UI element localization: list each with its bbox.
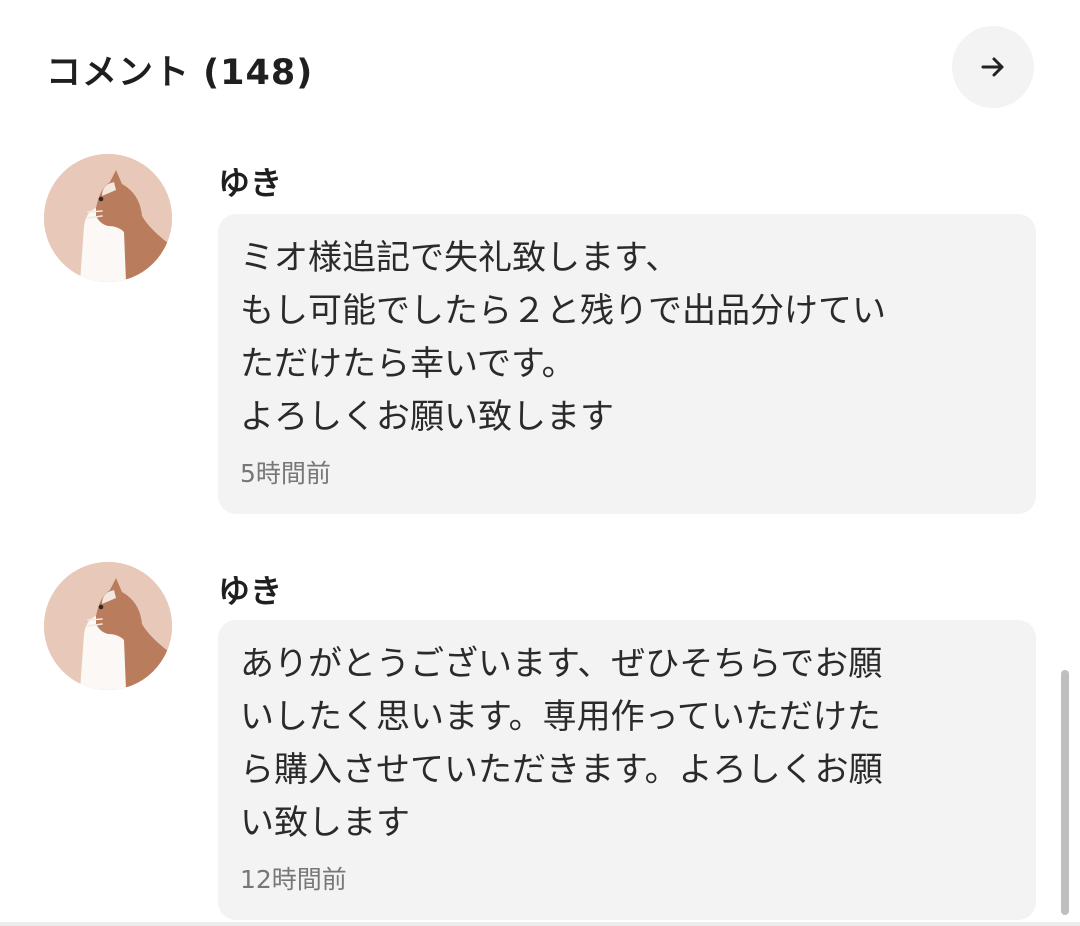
view-all-comments-button[interactable] <box>952 26 1034 108</box>
avatar[interactable] <box>44 562 172 690</box>
vertical-scrollbar[interactable] <box>1061 670 1069 915</box>
cat-avatar-icon <box>44 562 172 690</box>
avatar[interactable] <box>44 154 172 282</box>
comment-bubble: ありがとうございます、ぜひそちらでお願 いしたく思います。専用作っていただけた … <box>218 620 1036 920</box>
comments-title: コメント (148) <box>46 53 314 93</box>
comment-message: ありがとうございます、ぜひそちらでお願 いしたく思います。専用作っていただけた … <box>240 644 883 843</box>
comment-timestamp: 5時間前 <box>240 459 331 488</box>
comment-message: ミオ様追記で失礼致します、 もし可能でしたら２と残りで出品分けてい ただけたら幸… <box>240 238 886 437</box>
cat-avatar-icon <box>44 154 172 282</box>
comment-username: ゆき <box>218 164 283 202</box>
comment-timestamp: 12時間前 <box>240 865 347 894</box>
comments-header: コメント (148) <box>0 0 1080 140</box>
bottom-divider <box>0 922 1080 926</box>
arrow-right-icon <box>981 57 1004 77</box>
comment-username: ゆき <box>218 572 283 610</box>
comment-bubble: ミオ様追記で失礼致します、 もし可能でしたら２と残りで出品分けてい ただけたら幸… <box>218 214 1036 514</box>
